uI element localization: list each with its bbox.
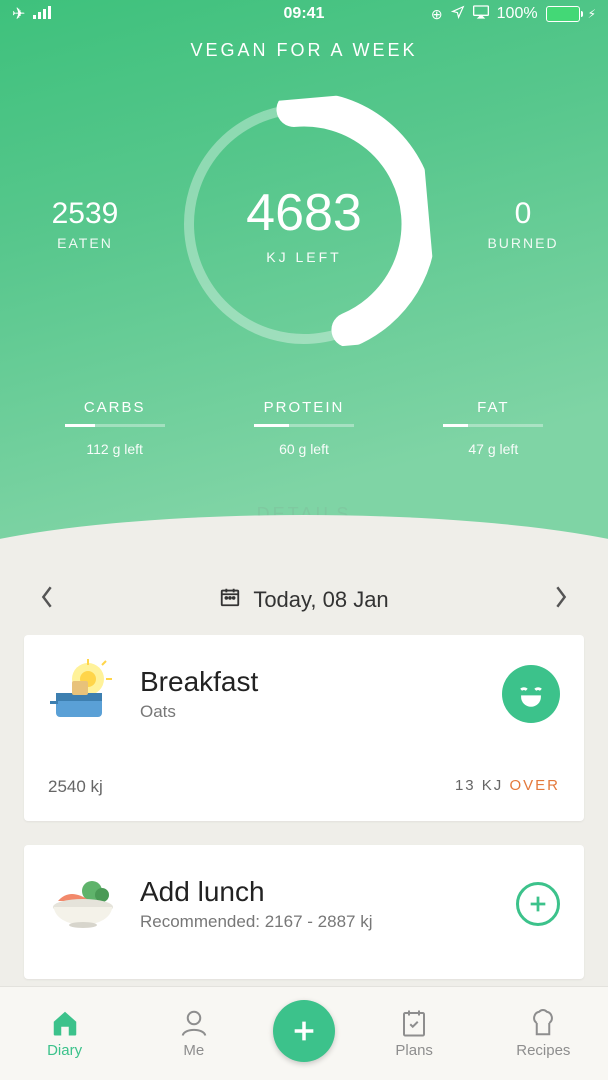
tab-label: Diary: [47, 1042, 82, 1059]
kj-left-label: KJ LEFT: [266, 249, 341, 265]
meal-title: Breakfast: [140, 666, 502, 698]
battery-icon: [546, 6, 580, 22]
details-button[interactable]: DETAILS: [0, 504, 608, 525]
tab-label: Plans: [395, 1042, 433, 1059]
macro-left: 47 g left: [423, 441, 563, 457]
plus-icon: [273, 1000, 335, 1062]
meal-subtitle: Recommended: 2167 - 2887 kj: [140, 912, 516, 932]
macro-carbs[interactable]: CARBS 112 g left: [45, 399, 185, 457]
next-day-button[interactable]: [554, 586, 568, 614]
meal-subtitle: Oats: [140, 702, 502, 722]
macros-row: CARBS 112 g left PROTEIN 60 g left FAT 4…: [0, 399, 608, 457]
energy-ring[interactable]: 4683 KJ LEFT: [179, 99, 429, 349]
eaten-label: EATEN: [20, 235, 150, 251]
bowl-icon: [48, 869, 118, 939]
macro-name: CARBS: [45, 399, 185, 416]
calendar-icon: [219, 586, 241, 614]
macro-left: 60 g left: [234, 441, 374, 457]
macro-bar: [65, 424, 165, 427]
plan-title: VEGAN FOR A WEEK: [0, 40, 608, 61]
macro-name: PROTEIN: [234, 399, 374, 416]
tab-label: Recipes: [516, 1042, 570, 1059]
status-bar: ✈︎ 09:41 ⊕ 100% ⚡︎: [0, 0, 608, 28]
toaster-icon: [48, 659, 118, 729]
macro-fat[interactable]: FAT 47 g left: [423, 399, 563, 457]
meals-list: Breakfast Oats 2540 kj 13 KJ OVER: [0, 635, 608, 1045]
burned-value: 0: [458, 197, 588, 231]
burned-stat: 0 BURNED: [458, 197, 588, 251]
eaten-value: 2539: [20, 197, 150, 231]
macro-bar: [443, 424, 543, 427]
burned-label: BURNED: [458, 235, 588, 251]
tab-add[interactable]: [273, 1000, 335, 1068]
meal-card-lunch[interactable]: Add lunch Recommended: 2167 - 2887 kj: [24, 845, 584, 979]
meal-over: 13 KJ OVER: [455, 777, 560, 797]
tab-label: Me: [183, 1042, 204, 1059]
macro-left: 112 g left: [45, 441, 185, 457]
meal-kj: 2540 kj: [48, 777, 103, 797]
meal-mood-button[interactable]: [502, 665, 560, 723]
date-label[interactable]: Today, 08 Jan: [253, 587, 388, 613]
prev-day-button[interactable]: [40, 586, 54, 614]
tab-plans[interactable]: Plans: [364, 1008, 464, 1059]
tab-me[interactable]: Me: [144, 1008, 244, 1059]
date-navigator: Today, 08 Jan: [0, 565, 608, 635]
eaten-stat: 2539 EATEN: [20, 197, 150, 251]
kj-left-value: 4683: [246, 183, 362, 243]
tab-bar: Diary Me Plans Recipes: [0, 986, 608, 1080]
macro-name: FAT: [423, 399, 563, 416]
meal-title: Add lunch: [140, 876, 516, 908]
meal-card-breakfast[interactable]: Breakfast Oats 2540 kj 13 KJ OVER: [24, 635, 584, 821]
macro-bar: [254, 424, 354, 427]
add-meal-button[interactable]: [516, 882, 560, 926]
tab-recipes[interactable]: Recipes: [493, 1008, 593, 1059]
macro-protein[interactable]: PROTEIN 60 g left: [234, 399, 374, 457]
status-time: 09:41: [0, 5, 608, 23]
tab-diary[interactable]: Diary: [15, 1008, 115, 1059]
summary-header: ✈︎ 09:41 ⊕ 100% ⚡︎ VEGAN FOR A WEEK: [0, 0, 608, 555]
